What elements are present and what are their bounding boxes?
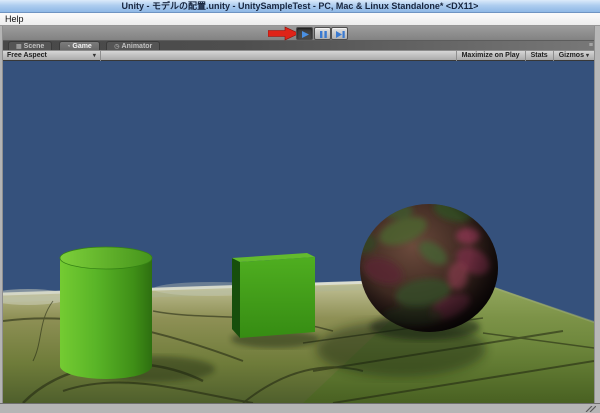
cylinder [59,246,153,379]
play-button[interactable] [296,27,313,40]
chevron-down-icon: ▾ [92,53,96,59]
window-bottom-bar [0,403,600,413]
game-view-toolbar: Free Aspect ▾ Maximize on Play Stats Gizmos… [0,50,600,61]
title-bar: Unity - モデルの配置.unity - UnitySampleTest -… [0,0,600,13]
pause-button[interactable] [314,27,331,40]
window-frame-right [594,26,600,403]
cube [232,253,315,338]
menu-bar: Help [0,13,600,26]
panel-menu-icon[interactable]: ≡ [589,41,593,50]
window-title: Unity - モデルの配置.unity - UnitySampleTest -… [121,1,479,11]
window-frame-left [0,26,3,403]
panel-tab-bar: ▦ Scene ◔ Game ◷ Animator ≡ [0,41,600,50]
gizmos-dropdown[interactable]: Gizmos ▾ [552,51,594,61]
maximize-on-play-button[interactable]: Maximize on Play [455,51,525,61]
aspect-dropdown[interactable]: Free Aspect ▾ [3,51,101,61]
step-button[interactable] [331,27,348,40]
chevron-down-icon: ▾ [585,53,589,59]
tab-animator[interactable]: ◷ Animator [106,41,161,50]
game-viewport[interactable] [0,61,595,404]
play-controls-toolbar [0,26,600,41]
play-icon [302,31,309,38]
scene-render [0,61,595,404]
menu-help[interactable]: Help [0,13,29,26]
stats-button[interactable]: Stats [524,51,553,61]
tab-scene[interactable]: ▦ Scene [8,41,53,50]
tab-game[interactable]: ◔ Game [58,41,100,50]
step-icon [336,31,345,38]
pause-icon [320,31,327,38]
unity-window: Unity - モデルの配置.unity - UnitySampleTest -… [0,0,600,413]
resize-grip-icon[interactable] [584,406,596,412]
